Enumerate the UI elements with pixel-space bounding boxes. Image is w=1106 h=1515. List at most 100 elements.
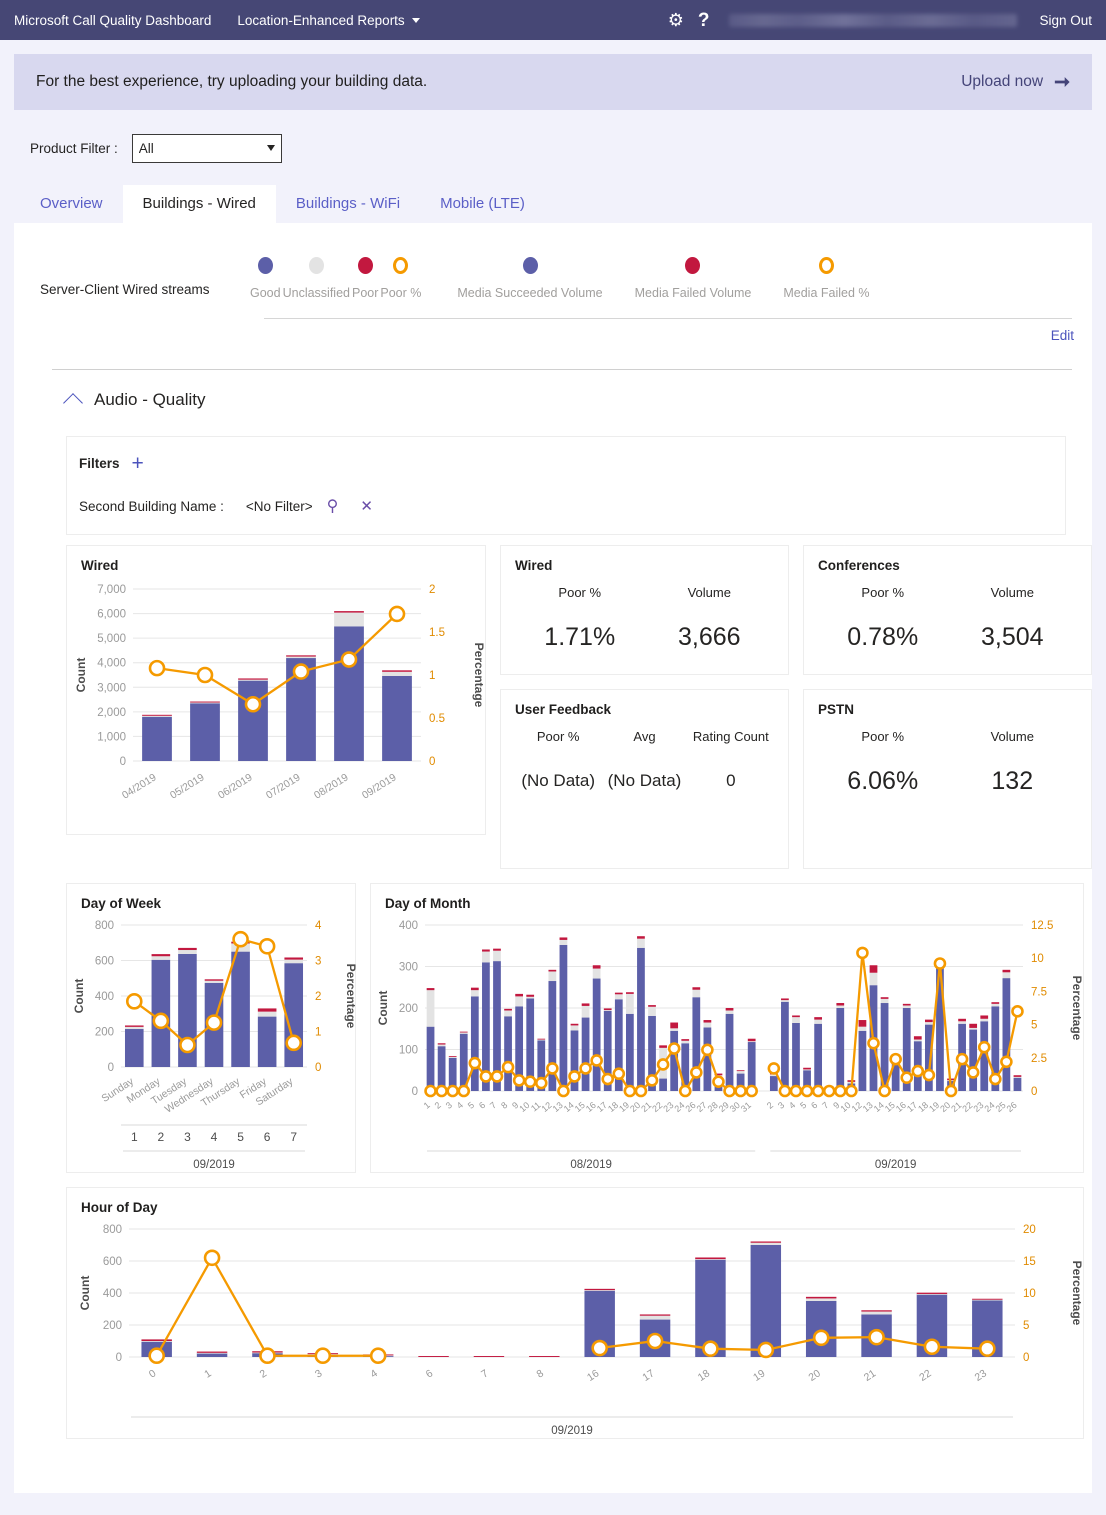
svg-text:0.5: 0.5 — [429, 713, 445, 725]
legend-item-poor[interactable]: Poor — [352, 257, 378, 300]
kpi-value: 3,504 — [948, 623, 1078, 652]
legend-item-poor-pct[interactable]: Poor % — [380, 257, 421, 300]
svg-text:3,000: 3,000 — [97, 682, 126, 694]
kpi-cell-volume: Volume 132 — [948, 729, 1078, 796]
svg-text:200: 200 — [95, 1027, 114, 1039]
row-hour-of-day: Hour of Day 020040060080005101520CountPe… — [66, 1187, 1066, 1439]
svg-text:3: 3 — [776, 1100, 786, 1111]
gear-icon[interactable]: ⚙ — [668, 11, 684, 29]
svg-text:0: 0 — [147, 1367, 159, 1380]
kpi-title: User Feedback — [501, 690, 788, 717]
wired-chart-card: Wired 01,0002,0003,0004,0005,0006,0007,0… — [66, 545, 486, 835]
svg-text:09/2019: 09/2019 — [551, 1425, 593, 1437]
kpi-value: 0 — [688, 771, 774, 791]
svg-text:5: 5 — [237, 1130, 244, 1144]
day-of-week-title: Day of Week — [67, 884, 355, 911]
svg-text:7: 7 — [290, 1130, 297, 1144]
kpi-value: 3,666 — [645, 623, 775, 652]
tab-buildings-wifi[interactable]: Buildings - WiFi — [276, 185, 420, 223]
app-brand-title: Microsoft Call Quality Dashboard — [14, 13, 211, 28]
svg-text:1.5: 1.5 — [429, 627, 445, 639]
kpi-grid: Poor % 1.71% Volume 3,666 — [501, 573, 788, 652]
edit-link[interactable]: Edit — [1051, 328, 1074, 343]
svg-text:2: 2 — [429, 584, 435, 596]
svg-text:4: 4 — [455, 1100, 465, 1111]
svg-text:4: 4 — [787, 1100, 797, 1111]
filter-name: Second Building Name : — [79, 499, 224, 514]
hour-of-day-card: Hour of Day 020040060080005101520CountPe… — [66, 1187, 1084, 1439]
svg-text:3: 3 — [444, 1100, 454, 1111]
tab-buildings-wired[interactable]: Buildings - Wired — [123, 185, 276, 223]
filters-card: Filters + Second Building Name : <No Fil… — [66, 436, 1066, 535]
edit-row: Edit — [14, 319, 1092, 345]
plus-icon[interactable]: + — [132, 453, 144, 474]
svg-text:200: 200 — [103, 1320, 122, 1332]
day-of-week-card: Day of Week 020040060080001234CountPerce… — [66, 883, 356, 1173]
legend-label: Poor — [352, 286, 378, 300]
upload-now-button[interactable]: Upload now ➞ — [961, 71, 1070, 94]
kpi-header: Poor % — [818, 585, 948, 601]
day-of-month-chart[interactable]: 010020030040002.557.51012.5CountPercenta… — [371, 911, 1085, 1177]
svg-text:0: 0 — [108, 1062, 114, 1074]
reports-menu[interactable]: Location-Enhanced Reports — [237, 13, 419, 28]
svg-text:8: 8 — [535, 1367, 547, 1380]
svg-text:12.5: 12.5 — [1031, 920, 1053, 932]
close-icon[interactable]: ✕ — [360, 497, 373, 515]
kpi-cell-poor-pct: Poor % 1.71% — [515, 585, 645, 652]
svg-text:2: 2 — [158, 1130, 165, 1144]
product-filter-select[interactable]: All — [132, 134, 282, 163]
svg-text:Count: Count — [72, 979, 86, 1014]
tab-mobile-lte[interactable]: Mobile (LTE) — [420, 185, 545, 223]
day-of-week-chart[interactable]: 020040060080001234CountPercentageSundayM… — [67, 911, 357, 1177]
filters-header: Filters + — [79, 453, 1065, 474]
kpi-cell-poor-pct: Poor % 6.06% — [818, 729, 948, 796]
svg-text:08/2019: 08/2019 — [570, 1159, 612, 1171]
svg-text:Percentage: Percentage — [472, 643, 486, 708]
svg-text:22: 22 — [917, 1367, 933, 1384]
kpi-title: Wired — [501, 546, 788, 573]
svg-text:5: 5 — [466, 1100, 476, 1111]
tab-overview[interactable]: Overview — [20, 185, 123, 223]
svg-text:1: 1 — [315, 1027, 321, 1039]
svg-text:06/2019: 06/2019 — [216, 771, 255, 801]
svg-text:1: 1 — [422, 1100, 432, 1111]
media-failed-percent-marker-icon — [819, 257, 834, 274]
svg-text:2: 2 — [765, 1100, 775, 1111]
svg-text:5,000: 5,000 — [97, 633, 126, 645]
svg-text:10: 10 — [1031, 953, 1044, 965]
filter-value[interactable]: <No Filter> — [246, 499, 313, 514]
legend-item-media-failed-pct[interactable]: Media Failed % — [783, 257, 869, 300]
svg-text:800: 800 — [95, 920, 114, 932]
svg-text:Percentage: Percentage — [1070, 1261, 1084, 1326]
svg-text:7,000: 7,000 — [97, 584, 126, 596]
product-filter-label: Product Filter : — [30, 141, 118, 156]
wired-chart[interactable]: 01,0002,0003,0004,0005,0006,0007,00000.5… — [67, 573, 487, 839]
top-navigation-bar: Microsoft Call Quality Dashboard Locatio… — [0, 0, 1106, 40]
kpi-cell-poor-pct: Poor % 0.78% — [818, 585, 948, 652]
legend-item-media-succeeded-volume[interactable]: Media Succeeded Volume — [457, 257, 602, 300]
svg-text:1: 1 — [202, 1367, 214, 1380]
svg-text:Percentage: Percentage — [344, 964, 357, 1029]
svg-text:200: 200 — [399, 1003, 418, 1015]
report-page-body: Server-Client Wired streams Good Unclass… — [14, 223, 1092, 1493]
svg-text:08/2019: 08/2019 — [312, 771, 351, 801]
user-account-email[interactable] — [729, 14, 1017, 27]
kpi-cell-poor-pct: Poor % (No Data) — [515, 729, 601, 791]
search-icon[interactable]: ⚲ — [327, 496, 339, 516]
wired-chart-title: Wired — [67, 546, 485, 573]
kpi-header: Volume — [645, 585, 775, 601]
svg-text:0: 0 — [315, 1062, 321, 1074]
svg-text:7: 7 — [820, 1100, 830, 1111]
sign-out-link[interactable]: Sign Out — [1039, 13, 1092, 28]
day-of-month-card: Day of Month 010020030040002.557.51012.5… — [370, 883, 1084, 1173]
chevron-up-icon[interactable] — [63, 393, 83, 413]
legend-item-unclassified[interactable]: Unclassified — [283, 257, 350, 300]
svg-text:2: 2 — [315, 991, 321, 1003]
legend-item-media-failed-volume[interactable]: Media Failed Volume — [635, 257, 752, 300]
hour-of-day-chart[interactable]: 020040060080005101520CountPercentage0123… — [67, 1215, 1085, 1443]
question-mark-icon[interactable]: ? — [698, 11, 710, 30]
legend-item-good[interactable]: Good — [250, 257, 281, 300]
svg-text:15: 15 — [1023, 1256, 1036, 1268]
svg-text:4,000: 4,000 — [97, 658, 126, 670]
media-failed-marker-icon — [685, 257, 700, 274]
